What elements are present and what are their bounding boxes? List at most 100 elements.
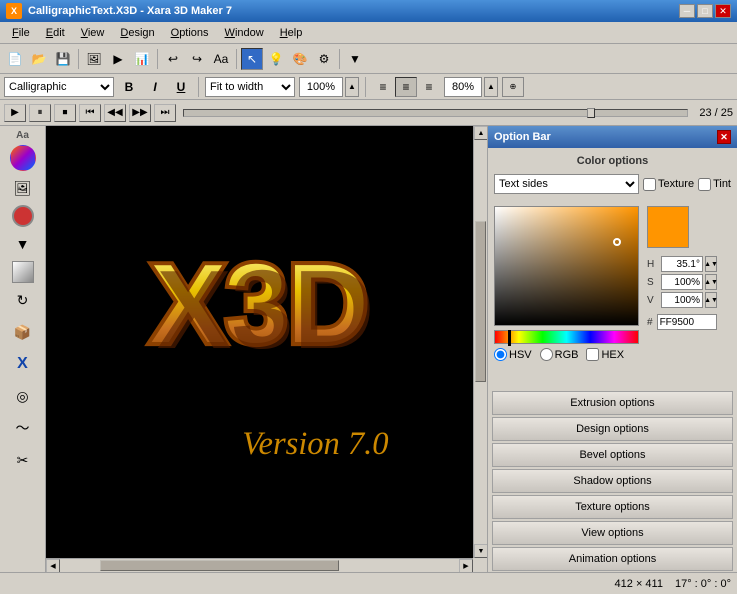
- menu-design[interactable]: Design: [112, 25, 162, 41]
- texture-options-button[interactable]: Texture options: [492, 495, 733, 519]
- prev-end-button[interactable]: ⏮: [79, 104, 101, 122]
- arrow-down-button[interactable]: ▼: [8, 229, 38, 259]
- export2-button[interactable]: ▶: [107, 48, 129, 70]
- menu-options[interactable]: Options: [163, 25, 217, 41]
- s-spin-button[interactable]: ▲▼: [705, 274, 717, 290]
- scroll-track-h[interactable]: [60, 559, 459, 572]
- playback-slider[interactable]: [183, 109, 688, 117]
- texture-tool-button[interactable]: 🖼: [8, 173, 38, 203]
- minimize-button[interactable]: ─: [679, 4, 695, 18]
- color-tool-button[interactable]: [10, 145, 36, 171]
- redo-button[interactable]: ↪: [186, 48, 208, 70]
- v-value-input[interactable]: [661, 292, 703, 308]
- extrusion-options-button[interactable]: Extrusion options: [492, 391, 733, 415]
- scroll-down-button[interactable]: ▼: [474, 544, 487, 558]
- text-button[interactable]: Aa: [210, 48, 232, 70]
- settings-button[interactable]: ⚙: [313, 48, 335, 70]
- hue-bar[interactable]: [494, 330, 639, 344]
- playback-thumb[interactable]: [587, 108, 595, 118]
- extra-spin-button[interactable]: ⊕: [502, 77, 524, 97]
- light-button[interactable]: 💡: [265, 48, 287, 70]
- scroll-thumb-h[interactable]: [100, 560, 339, 571]
- align-center-button[interactable]: ≡: [395, 77, 417, 97]
- animation-options-button[interactable]: Animation options: [492, 547, 733, 571]
- hex-mode-label: HEX: [601, 349, 624, 361]
- italic-button[interactable]: I: [144, 77, 166, 97]
- canvas-dimensions: 412 × 411: [615, 578, 663, 590]
- scissors-tool-button[interactable]: ✂: [8, 445, 38, 475]
- v-spin-button[interactable]: ▲▼: [705, 292, 717, 308]
- color-gradient-box[interactable]: [494, 206, 639, 326]
- extrude-tool-button[interactable]: 📦: [8, 317, 38, 347]
- scroll-up-button[interactable]: ▲: [474, 126, 487, 140]
- next-button[interactable]: ▶▶: [129, 104, 151, 122]
- shadow-options-button[interactable]: Shadow options: [492, 469, 733, 493]
- font-selector[interactable]: Calligraphic: [4, 77, 114, 97]
- export3-button[interactable]: 📊: [131, 48, 153, 70]
- new-button[interactable]: 📄: [4, 48, 26, 70]
- right-panel-close-button[interactable]: ✕: [717, 130, 731, 144]
- zoom-control: ▲: [299, 77, 359, 97]
- gradient-tool-button[interactable]: [12, 261, 34, 283]
- cursor-button[interactable]: ↖: [241, 48, 263, 70]
- bold-button[interactable]: B: [118, 77, 140, 97]
- zoom-up-button[interactable]: ▲: [345, 77, 359, 97]
- maximize-button[interactable]: □: [697, 4, 713, 18]
- menu-edit[interactable]: Edit: [38, 25, 73, 41]
- align-left-button[interactable]: ≡: [372, 77, 394, 97]
- scroll-thumb-v[interactable]: [475, 221, 486, 383]
- scroll-track-v[interactable]: [474, 140, 487, 544]
- underline-button[interactable]: U: [170, 77, 192, 97]
- design-options-button[interactable]: Design options: [492, 417, 733, 441]
- menu-window[interactable]: Window: [217, 25, 272, 41]
- bevel-options-button[interactable]: Bevel options: [492, 443, 733, 467]
- tint-checkbox[interactable]: [698, 178, 711, 191]
- export-button[interactable]: 🖼: [83, 48, 105, 70]
- ring-tool-button[interactable]: ◎: [8, 381, 38, 411]
- menu-view[interactable]: View: [73, 25, 113, 41]
- canvas-scrollbar-h[interactable]: ◀ ▶: [46, 558, 473, 572]
- rotate-tool-button[interactable]: ↻: [8, 285, 38, 315]
- pause-button[interactable]: ⏸: [29, 104, 51, 122]
- scroll-left-button[interactable]: ◀: [46, 559, 60, 572]
- zoom-input[interactable]: [299, 77, 343, 97]
- canvas-area[interactable]: X3D X3D X3D Version 7.0: [46, 126, 473, 558]
- color-controls: H ▲▼ S ▲▼ V ▲▼: [647, 206, 717, 344]
- save-button[interactable]: 💾: [52, 48, 74, 70]
- frame-counter: 23 / 25: [699, 107, 733, 119]
- circle-tool-button[interactable]: [12, 205, 34, 227]
- zoom2-input[interactable]: [444, 77, 482, 97]
- s-value-input[interactable]: [661, 274, 703, 290]
- view-options-button[interactable]: View options: [492, 521, 733, 545]
- tint-checkbox-label: Tint: [698, 178, 731, 191]
- menu-file[interactable]: File: [4, 25, 38, 41]
- prev-button[interactable]: ◀◀: [104, 104, 126, 122]
- zoom2-up-button[interactable]: ▲: [484, 77, 498, 97]
- canvas-scrollbar-v[interactable]: ▲ ▼: [473, 126, 487, 558]
- color-preview-swatch[interactable]: [647, 206, 689, 248]
- close-button[interactable]: ✕: [715, 4, 731, 18]
- color-button[interactable]: 🎨: [289, 48, 311, 70]
- hex-checkbox[interactable]: [586, 348, 599, 361]
- h-value-input[interactable]: [661, 256, 703, 272]
- color-picker-dot[interactable]: [613, 238, 621, 246]
- wave-tool-button[interactable]: 〜: [8, 413, 38, 443]
- hex-input[interactable]: [657, 314, 717, 330]
- more-button[interactable]: ▼: [344, 48, 366, 70]
- next-end-button[interactable]: ⏭: [154, 104, 176, 122]
- window-title: CalligraphicText.X3D - Xara 3D Maker 7: [28, 5, 232, 17]
- texture-checkbox[interactable]: [643, 178, 656, 191]
- x-tool-button[interactable]: X: [8, 349, 38, 379]
- scroll-right-button[interactable]: ▶: [459, 559, 473, 572]
- fit-to-selector[interactable]: Fit to width Fit to height Fit to page: [205, 77, 295, 97]
- hsv-radio[interactable]: [494, 348, 507, 361]
- color-target-selector[interactable]: Text sides Text front Extrusion: [494, 174, 639, 194]
- h-spin-button[interactable]: ▲▼: [705, 256, 717, 272]
- open-button[interactable]: 📂: [28, 48, 50, 70]
- menu-help[interactable]: Help: [272, 25, 311, 41]
- align-right-button[interactable]: ≡: [418, 77, 440, 97]
- stop-button[interactable]: ⏹: [54, 104, 76, 122]
- play-button[interactable]: ▶: [4, 104, 26, 122]
- undo-button[interactable]: ↩: [162, 48, 184, 70]
- rgb-radio[interactable]: [540, 348, 553, 361]
